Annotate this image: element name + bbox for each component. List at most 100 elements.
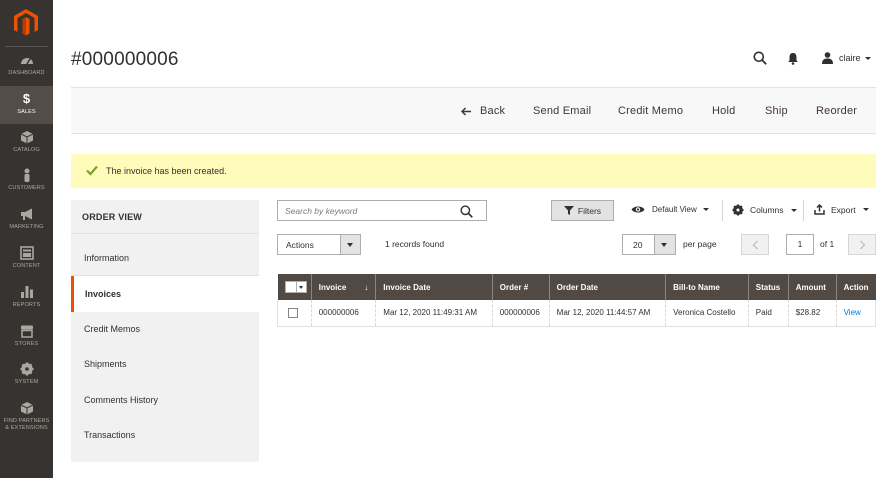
sidebar-item-system[interactable]: System — [0, 362, 53, 400]
row-checkbox[interactable] — [288, 307, 298, 318]
search-icon[interactable] — [753, 51, 767, 65]
success-message-text: The invoice has been created. — [106, 166, 227, 176]
sidebar-item-reports[interactable]: Reports — [0, 285, 53, 323]
column-header-bill-to-name[interactable]: Bill-to Name — [665, 274, 749, 300]
sidebar-item-label: Sales — [17, 109, 36, 115]
table-header-row: Invoice ↓ Invoice Date Order # Order Date… — [277, 274, 876, 300]
sidebar-item-label: Reports — [12, 302, 41, 308]
mass-select-checkbox[interactable] — [284, 281, 307, 293]
next-page-button[interactable] — [848, 234, 876, 255]
sidebar-item-marketing[interactable]: Marketing — [0, 207, 53, 245]
dollar-icon: $ — [22, 91, 31, 106]
gear-icon — [732, 204, 744, 216]
column-header-invoice-date[interactable]: Invoice Date — [375, 274, 493, 300]
search-input[interactable] — [285, 201, 455, 221]
chevron-right-icon — [860, 240, 866, 250]
hold-button[interactable]: Hold — [712, 105, 735, 117]
checkmark-icon — [86, 165, 98, 176]
filter-icon — [563, 206, 574, 215]
per-page-label: per page — [683, 239, 717, 249]
bell-icon[interactable] — [787, 52, 799, 65]
cell-status: Paid — [748, 300, 789, 327]
export-label: Export — [831, 204, 856, 215]
user-icon — [822, 52, 833, 64]
row-select-cell — [277, 300, 312, 327]
arrow-left-icon — [461, 106, 471, 116]
table-row: 000000006 Mar 12, 2020 11:49:31 AM 00000… — [277, 300, 877, 327]
view-link[interactable]: View — [844, 308, 861, 317]
ship-button[interactable]: Ship — [765, 105, 788, 117]
eye-icon — [631, 206, 645, 213]
credit-memo-button[interactable]: Credit Memo — [618, 105, 683, 117]
cell-bill-to-name: Veronica Costello — [665, 300, 749, 327]
sidebar-item-stores[interactable]: Stores — [0, 324, 53, 362]
sidebar-item-label: System — [14, 379, 39, 385]
bar-chart-icon — [20, 286, 33, 298]
send-email-button[interactable]: Send Email — [533, 105, 591, 117]
cube-icon — [20, 402, 33, 415]
per-page-select[interactable]: 20 — [622, 234, 676, 255]
sidebar-item-find-partners[interactable]: Find Partners & Extensions — [0, 401, 53, 441]
sort-arrow-icon: ↓ — [364, 282, 369, 292]
tab-comments-history[interactable]: Comments History — [71, 382, 259, 418]
chevron-down-icon — [654, 235, 675, 254]
previous-page-button[interactable] — [741, 234, 769, 255]
current-page-input[interactable]: 1 — [786, 234, 814, 255]
column-label: Invoice — [318, 282, 347, 292]
column-header-order-date[interactable]: Order Date — [549, 274, 667, 300]
divider — [803, 200, 804, 221]
cell-order-date: Mar 12, 2020 11:44:57 AM — [549, 300, 667, 327]
tab-shipments[interactable]: Shipments — [71, 346, 259, 382]
order-view-title: ORDER VIEW — [82, 212, 143, 222]
chevron-left-icon — [752, 240, 758, 250]
reorder-button[interactable]: Reorder — [816, 105, 857, 117]
layout-icon — [19, 246, 34, 260]
sidebar-item-catalog[interactable]: Catalog — [0, 130, 53, 168]
filters-label: Filters — [577, 205, 602, 216]
column-header-invoice[interactable]: Invoice ↓ — [311, 274, 377, 300]
sidebar-item-label: Stores — [14, 341, 39, 347]
order-view-tabs: ORDER VIEW Information Invoices Credit M… — [71, 200, 259, 462]
chevron-down-icon — [864, 56, 871, 60]
dashboard-icon — [20, 58, 33, 65]
magento-logo-icon[interactable] — [14, 9, 38, 37]
mass-actions-select[interactable]: Actions — [277, 234, 361, 255]
back-button[interactable]: Back — [461, 105, 505, 117]
filters-button[interactable]: Filters — [551, 200, 614, 221]
sidebar-item-label: Catalog — [13, 147, 40, 153]
tab-transactions[interactable]: Transactions — [71, 417, 259, 453]
page-total: of 1 — [820, 239, 835, 249]
admin-sidebar: Dashboard $ Sales Catalog Customers Mark… — [0, 0, 53, 478]
page-title: #000000006 — [71, 49, 179, 70]
records-found: 1 records found — [385, 239, 445, 249]
column-header-amount[interactable]: Amount — [788, 274, 837, 300]
sidebar-item-label: Dashboard — [8, 70, 45, 76]
keyword-search — [277, 200, 487, 221]
person-icon — [24, 168, 29, 182]
column-header-status[interactable]: Status — [748, 274, 789, 300]
sidebar-item-sales[interactable]: $ Sales — [0, 86, 53, 124]
sidebar-item-content[interactable]: Content — [0, 246, 53, 284]
tab-information[interactable]: Information — [71, 240, 259, 276]
chevron-down-icon — [790, 208, 797, 212]
divider — [71, 233, 259, 234]
mass-select-header — [277, 274, 312, 300]
per-page-value: 20 — [633, 240, 643, 250]
export-dropdown[interactable]: Export — [814, 204, 869, 215]
default-view-dropdown[interactable]: Default View — [631, 205, 709, 214]
megaphone-icon — [20, 208, 32, 220]
user-menu[interactable]: claire — [822, 51, 871, 65]
box-icon — [20, 131, 33, 144]
tab-invoices[interactable]: Invoices — [71, 276, 259, 312]
search-icon[interactable] — [460, 205, 473, 218]
sidebar-item-customers[interactable]: Customers — [0, 168, 53, 206]
column-header-order[interactable]: Order # — [492, 274, 550, 300]
columns-label: Columns — [750, 205, 784, 215]
chevron-down-icon — [340, 235, 360, 254]
tab-credit-memos[interactable]: Credit Memos — [71, 311, 259, 347]
gear-icon — [20, 362, 33, 376]
column-header-action: Action — [836, 274, 876, 300]
columns-dropdown[interactable]: Columns — [732, 204, 797, 216]
user-name: claire — [839, 53, 861, 63]
sidebar-item-label: Marketing — [9, 224, 44, 230]
